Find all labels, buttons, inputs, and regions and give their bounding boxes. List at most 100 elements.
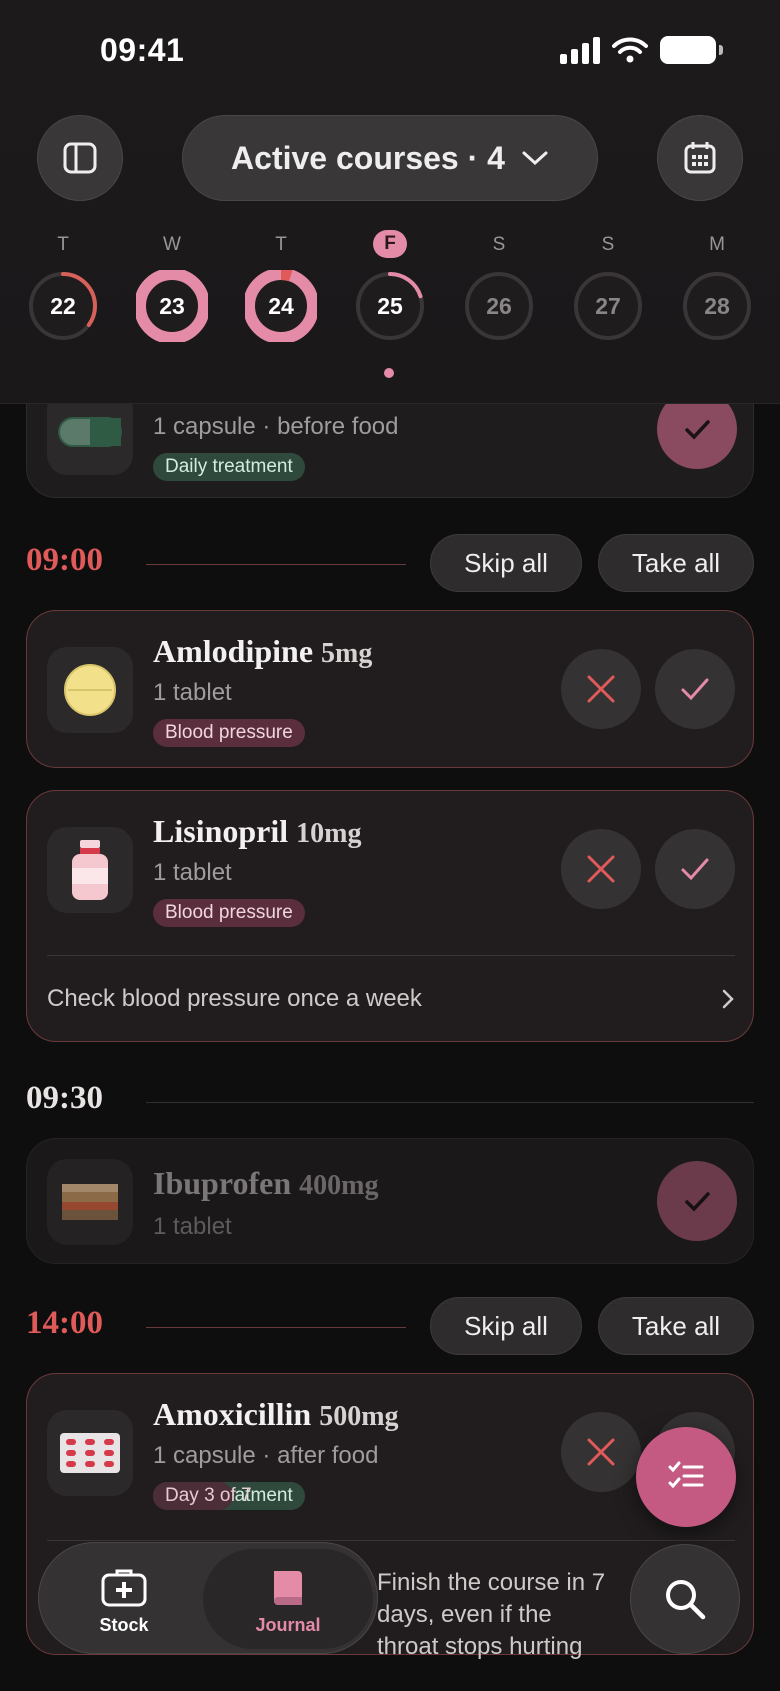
skip-button[interactable] bbox=[561, 829, 641, 909]
bottle-image bbox=[47, 827, 133, 913]
tag-blood-pressure: Blood pressure bbox=[153, 899, 305, 927]
skip-button[interactable] bbox=[561, 649, 641, 729]
week-strip: T 22 W 23 T 24 F 25 S 26 S 27 M 28 bbox=[0, 230, 780, 380]
skip-button[interactable] bbox=[561, 1412, 641, 1492]
day-28[interactable]: M 28 bbox=[677, 230, 757, 342]
time-label: 09:00 bbox=[26, 542, 103, 578]
progress-ring: 28 bbox=[681, 270, 753, 342]
close-icon bbox=[587, 675, 615, 703]
weekday-letter: F bbox=[373, 230, 407, 258]
clock: 09:41 bbox=[100, 32, 185, 68]
tab-stock-label: Stock bbox=[99, 1615, 149, 1635]
medication-name: Ibuprofen 400mg bbox=[153, 1165, 379, 1201]
checklist-icon bbox=[668, 1461, 704, 1489]
tab-journal[interactable]: Journal bbox=[203, 1549, 373, 1649]
dose-instruction: 1 capsule · after food bbox=[153, 1442, 379, 1469]
check-icon bbox=[685, 420, 710, 440]
today-indicator bbox=[384, 368, 394, 378]
medication-card-ibuprofen[interactable]: Ibuprofen 400mg 1 tablet bbox=[26, 1138, 754, 1264]
taken-check-button[interactable] bbox=[657, 1161, 737, 1241]
note-row[interactable]: Check blood pressure once a week bbox=[47, 955, 735, 1041]
take-all-button[interactable]: Take all bbox=[598, 1297, 754, 1355]
calendar-button[interactable] bbox=[657, 115, 743, 201]
day-25[interactable]: F 25 bbox=[350, 230, 430, 342]
date-number: 28 bbox=[704, 293, 730, 319]
checklist-button[interactable] bbox=[636, 1427, 736, 1527]
sidebar-toggle-button[interactable] bbox=[37, 115, 123, 201]
check-icon bbox=[681, 678, 709, 701]
dose-instruction: 1 tablet bbox=[153, 859, 232, 886]
book-icon bbox=[274, 1571, 302, 1605]
divider bbox=[146, 1102, 754, 1103]
skip-all-button[interactable]: Skip all bbox=[430, 534, 582, 592]
battery-icon bbox=[660, 36, 723, 64]
first-aid-kit-icon bbox=[101, 1569, 147, 1607]
chevron-down-icon bbox=[522, 151, 548, 166]
day-26[interactable]: S 26 bbox=[459, 230, 539, 342]
tab-stock[interactable]: Stock bbox=[49, 1549, 199, 1649]
sidebar-icon bbox=[63, 142, 97, 174]
tablet-image bbox=[47, 647, 133, 733]
date-number: 22 bbox=[50, 293, 76, 319]
weekday-letter: S bbox=[601, 234, 615, 255]
medication-card-amlodipine[interactable]: Amlodipine 5mg 1 tablet Blood pressure bbox=[26, 610, 754, 768]
medication-name: Amoxicillin 500mg bbox=[153, 1396, 399, 1432]
day-27[interactable]: S 27 bbox=[568, 230, 648, 342]
progress-ring: 27 bbox=[572, 270, 644, 342]
search-icon bbox=[666, 1580, 706, 1620]
weekday-letter: T bbox=[275, 234, 287, 255]
day-22[interactable]: T 22 bbox=[23, 230, 103, 342]
take-button[interactable] bbox=[655, 649, 735, 729]
time-group-0900: 09:00 Skip all Take all bbox=[26, 534, 754, 594]
date-number: 26 bbox=[486, 293, 512, 319]
check-icon bbox=[685, 1192, 710, 1212]
dose-instruction: 1 tablet bbox=[153, 679, 232, 706]
time-group-0930: 09:30 bbox=[26, 1072, 754, 1132]
take-button[interactable] bbox=[655, 829, 735, 909]
take-all-button[interactable]: Take all bbox=[598, 534, 754, 592]
close-icon bbox=[587, 1438, 615, 1466]
date-number: 27 bbox=[595, 293, 621, 319]
progress-ring: 24 bbox=[245, 270, 317, 342]
weekday-letter: W bbox=[163, 234, 181, 255]
weekday-letter: T bbox=[57, 234, 69, 255]
skip-all-button[interactable]: Skip all bbox=[430, 1297, 582, 1355]
weekday-letter: M bbox=[709, 234, 725, 255]
tag-daily-treatment: Daily treatment bbox=[153, 453, 305, 481]
date-number: 25 bbox=[377, 293, 403, 319]
medication-name: Amlodipine 5mg bbox=[153, 633, 373, 669]
progress-ring: 23 bbox=[136, 270, 208, 342]
tab-bar: Stock Journal bbox=[38, 1542, 378, 1654]
day-24[interactable]: T 24 bbox=[241, 230, 321, 342]
date-number: 23 bbox=[159, 293, 185, 319]
progress-ring: 26 bbox=[463, 270, 535, 342]
active-courses-dropdown[interactable]: Active courses · 4 bbox=[182, 115, 598, 201]
medication-name: Lisinopril 10mg bbox=[153, 813, 362, 849]
divider bbox=[146, 564, 406, 565]
calendar-icon bbox=[684, 142, 716, 174]
medication-card-lisinopril[interactable]: Lisinopril 10mg 1 tablet Blood pressure C… bbox=[26, 790, 754, 1042]
close-icon bbox=[587, 855, 615, 883]
weekday-letter: S bbox=[492, 234, 506, 255]
progress-ring: 22 bbox=[27, 270, 99, 342]
box-image bbox=[47, 1159, 133, 1245]
time-label: 14:00 bbox=[26, 1305, 103, 1341]
active-courses-label: Active courses · 4 bbox=[231, 139, 505, 176]
search-button[interactable] bbox=[630, 1544, 740, 1654]
progress-ring: 25 bbox=[354, 270, 426, 342]
day-23[interactable]: W 23 bbox=[132, 230, 212, 342]
tag-course-day: Day 3 of 7 bbox=[153, 1482, 252, 1510]
divider bbox=[146, 1327, 406, 1328]
blister-image bbox=[47, 1410, 133, 1496]
dose-instruction: 1 capsule · before food bbox=[153, 413, 399, 440]
tag-blood-pressure: Blood pressure bbox=[153, 719, 305, 747]
chevron-right-icon bbox=[722, 989, 734, 1008]
note-text: Check blood pressure once a week bbox=[47, 984, 422, 1012]
time-group-1400: 14:00 Skip all Take all bbox=[26, 1297, 754, 1357]
header: 09:41 Active courses · 4 T 22 W 23 T 24 F 25 S 26… bbox=[0, 0, 780, 404]
time-label: 09:30 bbox=[26, 1080, 103, 1116]
dose-instruction: 1 tablet bbox=[153, 1213, 232, 1240]
wifi-icon bbox=[612, 37, 648, 63]
signal-icon bbox=[560, 36, 600, 64]
tab-journal-label: Journal bbox=[255, 1615, 321, 1635]
